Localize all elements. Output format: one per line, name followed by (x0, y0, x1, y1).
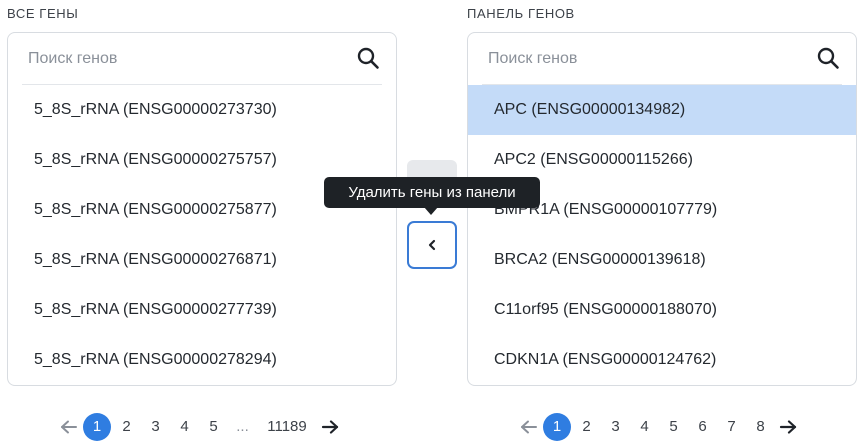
page-button[interactable]: 3 (141, 413, 170, 441)
page-button[interactable]: 3 (601, 413, 630, 441)
gene-list-item-selected[interactable]: APC (ENSG00000134982) (468, 85, 856, 135)
page-button-last[interactable]: 11189 (257, 413, 317, 441)
all-genes-panel: 5_8S_rRNA (ENSG00000273730) 5_8S_rRNA (E… (7, 32, 397, 386)
search-icon[interactable] (816, 46, 840, 70)
page-button[interactable]: 4 (170, 413, 199, 441)
prev-page-button[interactable] (56, 417, 82, 437)
gene-panel: APC (ENSG00000134982) APC2 (ENSG00000115… (467, 32, 857, 386)
page-button[interactable]: 6 (688, 413, 717, 441)
arrow-left-icon (521, 420, 537, 434)
gene-panel-list: APC (ENSG00000134982) APC2 (ENSG00000115… (468, 85, 856, 385)
remove-from-panel-button[interactable] (407, 221, 457, 269)
page-button[interactable]: 8 (746, 413, 775, 441)
all-genes-search-input[interactable] (22, 43, 322, 75)
tooltip-arrow (424, 207, 438, 215)
all-genes-list: 5_8S_rRNA (ENSG00000273730) 5_8S_rRNA (E… (8, 85, 396, 385)
next-page-button[interactable] (317, 417, 343, 437)
search-icon[interactable] (356, 46, 380, 70)
arrow-right-icon (779, 420, 797, 434)
gene-panel-pagination: 1 2 3 4 5 6 7 8 (516, 413, 801, 441)
all-genes-search (22, 33, 382, 85)
arrow-left-icon (61, 420, 77, 434)
page-button[interactable]: 5 (199, 413, 228, 441)
page-button[interactable]: 7 (717, 413, 746, 441)
gene-list-item[interactable]: CDKN1A (ENSG00000124762) (468, 335, 856, 385)
gene-list-item[interactable]: 5_8S_rRNA (ENSG00000278294) (8, 335, 396, 385)
page-button[interactable]: 2 (112, 413, 141, 441)
prev-page-button[interactable] (516, 417, 542, 437)
next-page-button[interactable] (775, 417, 801, 437)
page-button-current[interactable]: 1 (543, 413, 571, 441)
gene-panel-label: ПАНЕЛЬ ГЕНОВ (467, 6, 575, 21)
gene-panel-search (482, 33, 842, 85)
page-button-current[interactable]: 1 (83, 413, 111, 441)
remove-genes-tooltip: Удалить гены из панели (324, 177, 540, 208)
gene-list-item[interactable]: C11orf95 (ENSG00000188070) (468, 285, 856, 335)
arrow-right-icon (321, 420, 339, 434)
page-button[interactable]: 4 (630, 413, 659, 441)
gene-panel-search-input[interactable] (482, 43, 782, 75)
gene-list-item[interactable]: BRCA2 (ENSG00000139618) (468, 235, 856, 285)
page-button[interactable]: 2 (572, 413, 601, 441)
all-genes-pagination: 1 2 3 4 5 ... 11189 (56, 413, 343, 441)
gene-list-item[interactable]: 5_8S_rRNA (ENSG00000277739) (8, 285, 396, 335)
gene-list-item[interactable]: 5_8S_rRNA (ENSG00000276871) (8, 235, 396, 285)
page-button[interactable]: 5 (659, 413, 688, 441)
all-genes-label: ВСЕ ГЕНЫ (7, 6, 79, 21)
page-ellipsis: ... (236, 418, 249, 435)
gene-list-item[interactable]: 5_8S_rRNA (ENSG00000273730) (8, 85, 396, 135)
chevron-left-icon (428, 239, 436, 251)
